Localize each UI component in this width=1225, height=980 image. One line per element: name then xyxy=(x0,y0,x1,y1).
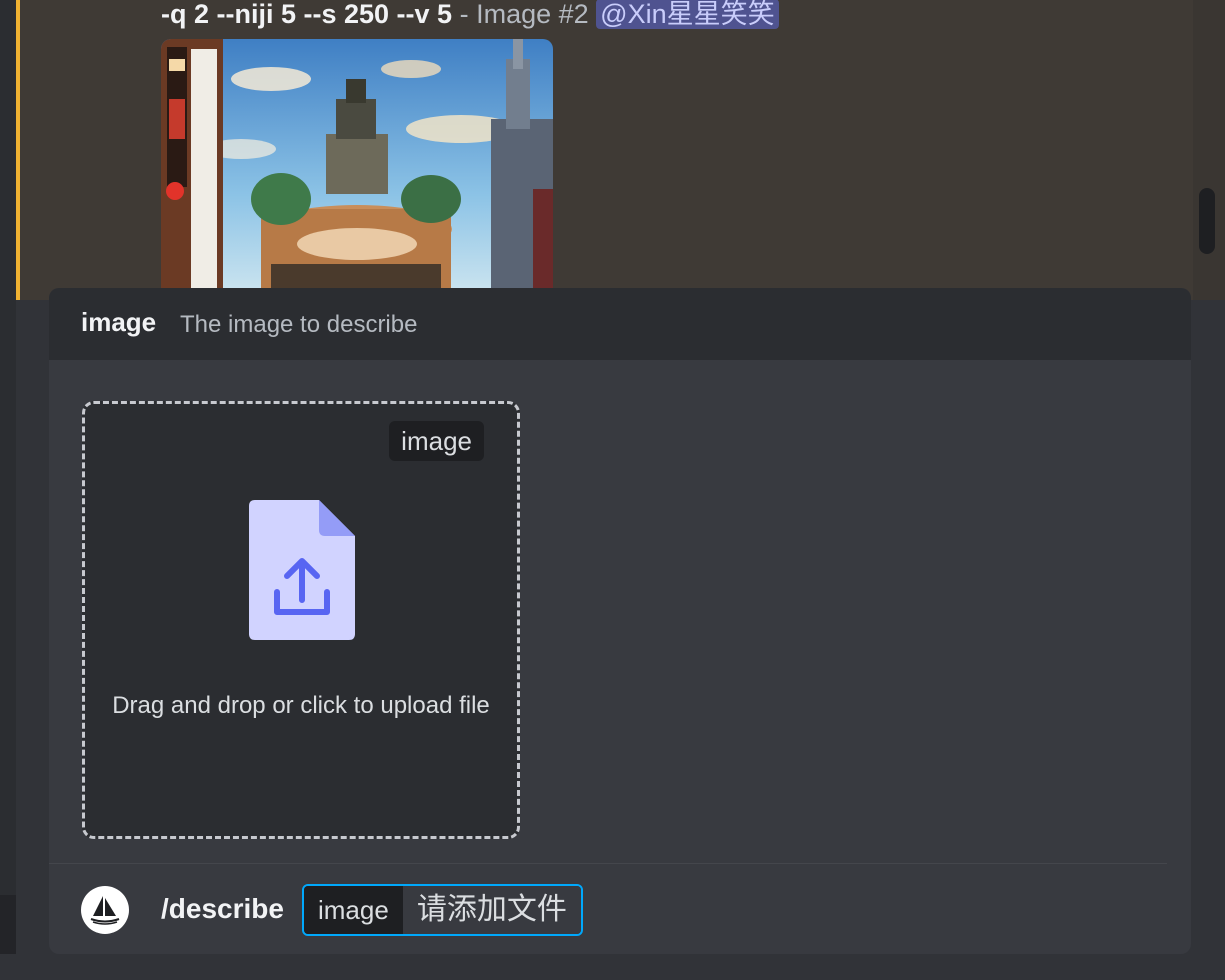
midjourney-boat-icon xyxy=(90,896,120,925)
option-name: image xyxy=(81,307,157,337)
file-dropzone[interactable]: image Drag and drop or click to upload f… xyxy=(82,401,520,839)
scrollbar-track[interactable] xyxy=(1193,0,1225,300)
discord-window: -q 2 --niji 5 --s 250 --v 5 - Image #2 @… xyxy=(0,0,1225,980)
prompt-parameters: -q 2 --niji 5 --s 250 --v 5 xyxy=(161,0,453,29)
mention-accent-bar xyxy=(16,0,20,300)
command-parameter-chip[interactable]: image 请添加文件 xyxy=(302,884,583,936)
left-gutter xyxy=(0,0,16,980)
dropzone-option-tag: image xyxy=(389,421,484,461)
image-index: Image #2 xyxy=(476,0,589,29)
anime-city-image xyxy=(161,39,553,299)
command-option-popup: image The image to describe image Drag a… xyxy=(49,288,1191,954)
generated-image-attachment[interactable] xyxy=(161,39,553,299)
bottom-strip xyxy=(0,954,1225,980)
scrollbar-thumb[interactable] xyxy=(1199,188,1215,254)
separator: - xyxy=(452,0,477,29)
file-upload-icon xyxy=(249,500,355,640)
message-text: -q 2 --niji 5 --s 250 --v 5 - Image #2 @… xyxy=(161,0,779,34)
bot-avatar[interactable] xyxy=(81,886,129,934)
user-mention[interactable]: @Xin星星笑笑 xyxy=(596,0,779,29)
slash-command-bar: /describe image 请添加文件 xyxy=(49,864,1191,954)
parameter-name: image xyxy=(304,886,403,934)
dropzone-instruction: Drag and drop or click to upload file xyxy=(112,692,490,719)
option-header: image The image to describe xyxy=(49,288,1191,360)
command-name: /describe xyxy=(161,893,284,924)
option-description: The image to describe xyxy=(180,311,418,338)
parameter-value[interactable]: 请添加文件 xyxy=(402,886,581,934)
